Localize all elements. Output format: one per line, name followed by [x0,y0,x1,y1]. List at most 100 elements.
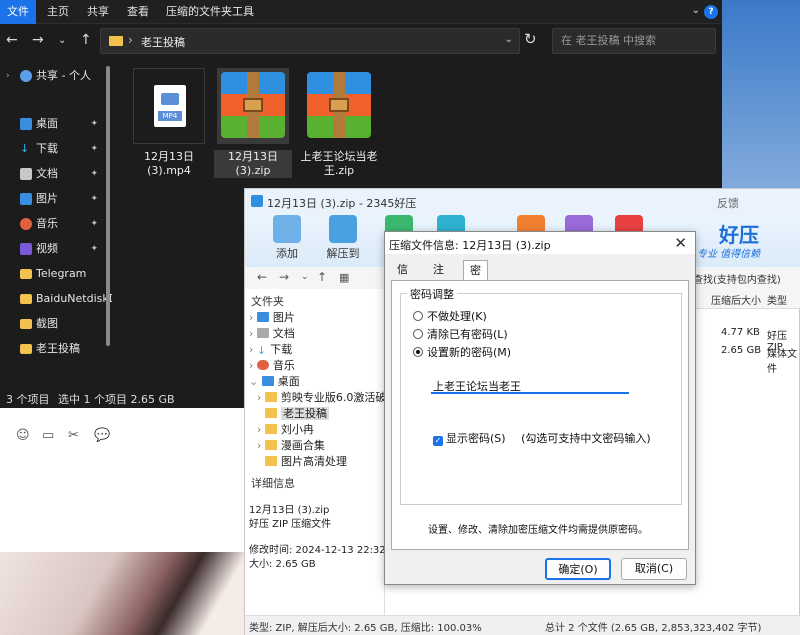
tree-item[interactable]: 图片高清处理 [265,453,347,469]
tree-item[interactable]: › ↓ 下载 [249,341,292,357]
sidebar-item-baidunetdisk[interactable]: BaiduNetdiskD [0,287,112,311]
sidebar-item-label: 视频 [36,242,58,255]
option-set-new-password[interactable]: 设置新的密码(M) [413,344,511,360]
tree-header: 文件夹 [251,295,284,308]
brand-tagline: 专业 值得信赖 [697,249,761,260]
ribbon: 文件 主页 共享 查看 压缩的文件夹工具 ⌄ ? [0,0,722,24]
brand-logo: 好压 [719,223,759,247]
cancel-button[interactable]: 取消(C) [621,558,687,580]
file-thumbnail [217,68,289,144]
tree-item[interactable]: › 刘小冉 [257,421,314,437]
package-search-input[interactable]: 搜查找(支持包内查找) [683,271,781,286]
group-label: 密码调整 [407,286,457,302]
chevron-down-icon[interactable]: ⌄ [692,5,700,16]
zip-status-bar: 类型: ZIP, 解压后大小: 2.65 GB, 压缩比: 100.03% 总计… [245,615,800,635]
chevron-right-icon[interactable]: › [6,64,10,88]
option-clear-password[interactable]: 清除已有密码(L) [413,326,508,342]
file-name: 12月13日 (3).mp4 [144,150,194,177]
tab-comment[interactable]: 注释 [427,260,450,296]
cell-size: 4.77 KB [721,327,760,338]
tab-password[interactable]: 密码 [463,260,488,297]
refresh-icon[interactable]: ↻ [524,30,537,48]
navigation-bar: ← → ⌄ ↑ › 老王投稿 ⌄ ↻ 在 老王投稿 中搜索 [0,24,722,58]
help-icon[interactable]: ? [704,5,718,19]
sidebar-item-music[interactable]: 音乐 ✦ [0,212,112,236]
detail-modified: 修改时间: 2024-12-13 22:32:5 [249,545,396,556]
close-icon[interactable]: ✕ [674,234,687,252]
sidebar-item-label: 下载 [36,142,58,155]
sidebar-item-label: 音乐 [36,217,58,230]
pin-icon: ✦ [90,244,98,254]
app-logo-icon [251,195,263,207]
tab-share[interactable]: 共享 [80,0,116,24]
sidebar-item-documents[interactable]: 文档 ✦ [0,162,112,186]
add-button[interactable]: 添加 [265,215,309,261]
view-icon[interactable]: ▦ [339,271,349,284]
column-header-type[interactable]: 类型 [767,292,787,307]
extract-to-button[interactable]: 解压到 [321,215,365,261]
chevron-down-icon[interactable]: ⌄ [505,34,513,45]
sidebar-item-label: 图片 [36,192,58,205]
radio-icon [413,329,423,339]
tab-file[interactable]: 文件 [0,0,36,24]
show-password-checkbox[interactable]: ✓ 显示密码(S) (勾选可支持中文密码输入) [433,430,651,446]
status-right: 总计 2 个文件 (2.65 GB, 2,853,323,402 字节) [545,623,762,634]
scissors-icon[interactable]: ✂ [68,428,79,443]
sidebar-item-screenshots[interactable]: 截图 [0,312,112,336]
emoji-icon[interactable]: ☺ [16,428,30,443]
tree-item[interactable]: › 图片 [249,309,295,325]
password-input[interactable]: 上老王论坛当老王 [431,376,629,394]
sidebar-item-downloads[interactable]: ↓ 下载 ✦ [0,137,112,161]
file-item[interactable]: MP4 12月13日 (3).mp4 [130,68,208,178]
address-bar[interactable]: › 老王投稿 ⌄ [100,28,520,54]
sidebar-item-laowang[interactable]: 老王投稿 [0,337,112,361]
option-no-change[interactable]: 不做处理(K) [413,308,487,324]
file-item[interactable]: 上老王论坛当老王.zip [300,68,378,178]
sidebar-item-onedrive[interactable]: › 共享 - 个人 [0,64,112,88]
desktop-icon [20,118,32,130]
tab-compressed-tools[interactable]: 压缩的文件夹工具 [164,0,256,24]
back-icon[interactable]: ← [257,270,267,284]
selection-info: 选中 1 个项目 2.65 GB [58,393,175,406]
up-icon[interactable]: ↑ [317,270,327,284]
forward-icon[interactable]: → [279,270,289,284]
sidebar-item-telegram[interactable]: Telegram [0,262,112,286]
tree-item[interactable]: ⌄ 桌面 [249,373,300,389]
forward-icon[interactable]: → [32,32,44,48]
status-left: 类型: ZIP, 解压后大小: 2.65 GB, 压缩比: 100.03% [249,623,482,634]
file-thumbnail [303,68,375,144]
file-name: 12月13日 (3).zip [214,150,292,178]
search-input[interactable]: 在 老王投稿 中搜索 [552,28,716,54]
recent-chevron-icon[interactable]: ⌄ [58,35,66,46]
ok-button[interactable]: 确定(O) [545,558,611,580]
tab-home[interactable]: 主页 [40,0,76,24]
dialog-title: 压缩文件信息: 12月13日 (3).zip [389,239,551,252]
file-item-selected[interactable]: 12月13日 (3).zip [214,68,292,178]
password-note: 设置、修改、清除加密压缩文件均需提供原密码。 [428,525,648,536]
zip-title-bar: 12月13日 (3).zip - 2345好压 反馈 [245,189,800,215]
sidebar-item-pictures[interactable]: 图片 ✦ [0,187,112,211]
tree-item[interactable]: › 剪映专业版6.0激活破解 [257,389,397,405]
folder-icon [109,36,123,46]
tree-item[interactable]: › 漫画合集 [257,437,325,453]
chevron-down-icon[interactable]: ⌄ [301,272,309,282]
navigation-pane: › 共享 - 个人 桌面 ✦ ↓ 下载 ✦ 文档 ✦ 图片 ✦ 音乐 ✦ 视频 … [0,58,112,380]
tree-item-selected[interactable]: 老王投稿 [265,405,329,421]
up-icon[interactable]: ↑ [80,32,92,48]
detail-size: 大小: 2.65 GB [249,559,316,570]
sidebar-item-videos[interactable]: 视频 ✦ [0,237,112,261]
scrollbar[interactable] [106,66,110,346]
sidebar-item-label: Telegram [36,267,87,280]
chat-bubble-icon[interactable]: 💬 [94,428,110,443]
tree-item[interactable]: › 音乐 [249,357,295,373]
file-name: 上老王论坛当老王.zip [300,150,378,177]
tab-view[interactable]: 查看 [120,0,156,24]
back-icon[interactable]: ← [6,32,18,48]
tab-info[interactable]: 信息 [391,260,414,296]
folder-icon[interactable]: ▭ [42,428,54,443]
column-header-packed-size[interactable]: 压缩后大小 [711,292,761,307]
breadcrumb[interactable]: 老王投稿 [141,34,185,50]
tree-item[interactable]: › 文档 [249,325,295,341]
feedback-link[interactable]: 反馈 [717,195,739,211]
sidebar-item-desktop[interactable]: 桌面 ✦ [0,112,112,136]
